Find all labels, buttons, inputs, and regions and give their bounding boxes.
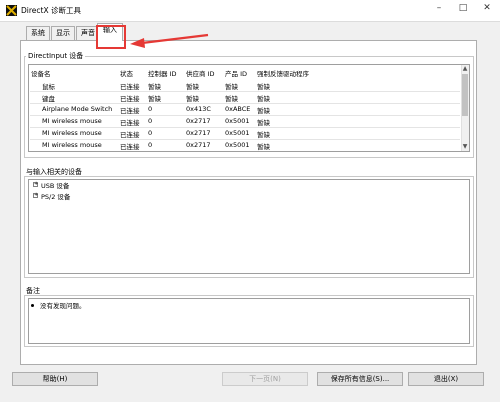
- column-header-controller-id[interactable]: 控制器 ID: [148, 68, 177, 78]
- tree-expand-icon[interactable]: +: [33, 193, 38, 198]
- row-divider: [30, 91, 460, 92]
- column-header-vendor-id[interactable]: 供应商 ID: [186, 68, 215, 78]
- table-cell: 已连接: [120, 119, 140, 127]
- column-header-ff-driver[interactable]: 强制反馈驱动程序: [257, 68, 309, 78]
- table-cell: 鼠标: [42, 83, 55, 91]
- table-cell: 暂缺: [148, 95, 161, 103]
- table-cell: 暂缺: [225, 83, 238, 91]
- table-cell: 0: [148, 129, 153, 137]
- column-header-status[interactable]: 状态: [120, 68, 133, 78]
- table-cell: 已连接: [120, 131, 140, 139]
- table-cell: 暂缺: [257, 143, 270, 151]
- row-divider: [30, 103, 460, 104]
- table-cell: 0x5001: [225, 129, 250, 137]
- table-cell: MI wireless mouse: [42, 129, 102, 137]
- table-cell: 0: [148, 105, 153, 113]
- related-devices-tree[interactable]: [28, 179, 470, 274]
- save-all-info-button[interactable]: 保存所有信息(S)...: [317, 372, 403, 386]
- table-cell: 暂缺: [257, 95, 270, 103]
- table-cell: 0x413C: [186, 105, 211, 113]
- row-divider: [30, 139, 460, 140]
- notes-box: [28, 298, 470, 344]
- table-cell: 暂缺: [257, 83, 270, 91]
- table-cell: 暂缺: [186, 95, 199, 103]
- tree-item-usb-devices[interactable]: USB 设备: [41, 180, 69, 190]
- table-cell: 暂缺: [257, 107, 270, 115]
- notes-item: 没有发现问题。: [40, 302, 86, 310]
- table-cell: 0x2717: [186, 129, 211, 137]
- table-cell: 暂缺: [257, 119, 270, 127]
- table-cell: 键盘: [42, 95, 55, 103]
- row-divider: [30, 115, 460, 116]
- table-cell: 0xABCE: [225, 105, 251, 113]
- column-header-product-id[interactable]: 产品 ID: [225, 68, 247, 78]
- next-page-button[interactable]: 下一页(N): [222, 372, 308, 386]
- tab-display[interactable]: 显示: [51, 26, 75, 40]
- window-title: DirectX 诊断工具: [21, 6, 81, 15]
- bullet-icon: [31, 304, 34, 307]
- table-cell: 暂缺: [257, 131, 270, 139]
- directx-app-icon: [6, 5, 17, 16]
- table-cell: 0x2717: [186, 117, 211, 125]
- row-divider: [30, 127, 460, 128]
- table-cell: 已连接: [120, 107, 140, 115]
- table-cell: 已连接: [120, 95, 140, 103]
- table-cell: 0x2717: [186, 141, 211, 149]
- annotation-highlight-box: [96, 25, 126, 49]
- scroll-up-arrow-icon[interactable]: ▲: [461, 65, 469, 73]
- table-cell: 已连接: [120, 83, 140, 91]
- title-bar: DirectX 诊断工具 – □ ✕: [0, 0, 500, 21]
- tab-system[interactable]: 系统: [26, 26, 50, 40]
- maximize-button[interactable]: □: [456, 2, 470, 16]
- table-cell: 暂缺: [225, 95, 238, 103]
- column-header-device-name[interactable]: 设备名: [31, 68, 51, 78]
- table-cell: 暂缺: [148, 83, 161, 91]
- tree-item-ps2-devices[interactable]: PS/2 设备: [41, 191, 70, 201]
- directinput-group-title: DirectInput 设备: [26, 51, 86, 61]
- table-cell: MI wireless mouse: [42, 117, 102, 125]
- table-cell: 0x5001: [225, 141, 250, 149]
- tree-expand-icon[interactable]: +: [33, 182, 38, 187]
- table-cell: 已连接: [120, 143, 140, 151]
- table-cell: 暂缺: [186, 83, 199, 91]
- exit-button[interactable]: 退出(X): [408, 372, 484, 386]
- table-cell: MI wireless mouse: [42, 141, 102, 149]
- table-cell: Airplane Mode Switch: [42, 105, 113, 113]
- table-cell: 0: [148, 117, 153, 125]
- table-cell: 0: [148, 141, 153, 149]
- scroll-down-arrow-icon[interactable]: ▼: [461, 143, 469, 151]
- scrollbar-thumb[interactable]: [462, 74, 468, 116]
- close-button[interactable]: ✕: [480, 2, 494, 16]
- help-button[interactable]: 帮助(H): [12, 372, 98, 386]
- annotation-arrow-icon: [130, 33, 209, 48]
- minimize-button[interactable]: –: [432, 2, 446, 16]
- table-cell: 0x5001: [225, 117, 250, 125]
